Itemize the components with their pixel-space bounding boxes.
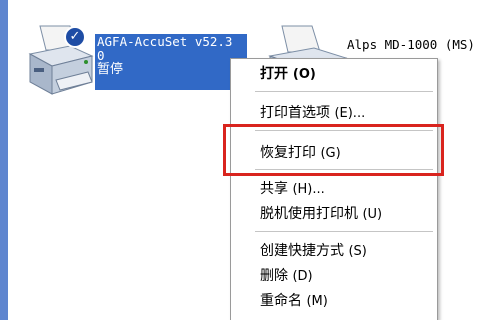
menu-item-label: 重命名 xyxy=(260,293,302,309)
menu-item-label: 打印首选项 xyxy=(260,105,330,121)
default-printer-checkmark-icon: ✓ xyxy=(64,26,86,48)
menu-item-sharing[interactable]: 共享 (H)... xyxy=(231,177,437,201)
menu-item-label: 共享 xyxy=(260,181,288,197)
menu-item-label: 打开 xyxy=(260,66,288,82)
menu-item-open[interactable]: 打开 (O) xyxy=(231,62,437,86)
context-menu: 打开 (O) 打印首选项 (E)... 恢复打印 (G) 共享 (H)... 脱… xyxy=(230,58,438,320)
printer-name-line1: AGFA-AccuSet v52.3 xyxy=(97,34,233,49)
menu-separator xyxy=(255,91,433,92)
menu-separator xyxy=(255,231,433,232)
menu-item-shortcut: (S) xyxy=(348,244,367,259)
menu-item-shortcut: (D) xyxy=(292,269,313,284)
menu-item-use-offline[interactable]: 脱机使用打印机 (U) xyxy=(231,202,437,226)
menu-item-create-shortcut[interactable]: 创建快捷方式 (S) xyxy=(231,239,437,263)
menu-item-label: 脱机使用打印机 xyxy=(260,206,358,222)
menu-item-rename[interactable]: 重命名 (M) xyxy=(231,289,437,313)
menu-item-shortcut: (M) xyxy=(306,294,328,309)
menu-item-shortcut: (E)... xyxy=(334,106,366,121)
menu-item-label: 删除 xyxy=(260,268,288,284)
annotation-highlight-box xyxy=(223,124,444,176)
menu-item-shortcut: (U) xyxy=(362,207,383,222)
menu-item-shortcut: (O) xyxy=(292,67,316,82)
menu-item-printing-preferences[interactable]: 打印首选项 (E)... xyxy=(231,101,437,125)
menu-item-shortcut: (H)... xyxy=(292,182,325,197)
printer-name[interactable]: Alps MD-1000 (MS) xyxy=(347,37,475,52)
side-panel-edge xyxy=(0,0,8,320)
printer-name-line2: 0 xyxy=(97,48,105,63)
printer-name-selected[interactable]: AGFA-AccuSet v52.3 0 暂停 xyxy=(95,34,247,90)
menu-item-label: 创建快捷方式 xyxy=(260,243,344,259)
menu-item-delete[interactable]: 删除 (D) xyxy=(231,264,437,288)
printer-status: 暂停 xyxy=(97,62,124,77)
